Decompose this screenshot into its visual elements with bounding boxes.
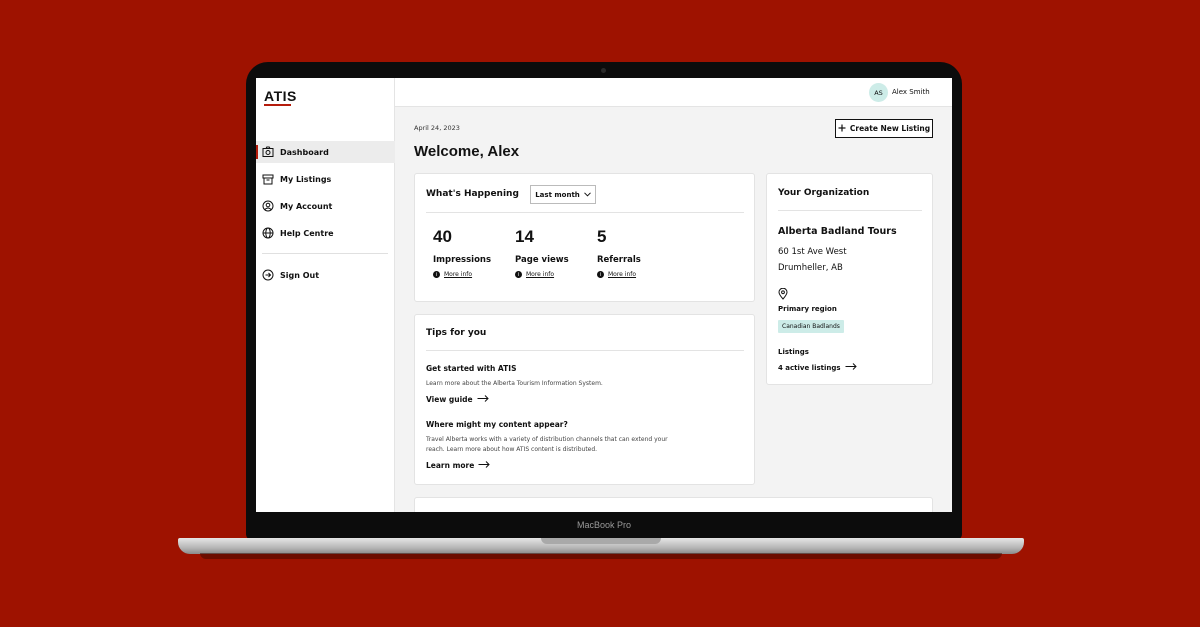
tip-body: Travel Alberta works with a variety of d…: [426, 436, 668, 453]
laptop-shadow: [200, 553, 1002, 559]
address-line-1: 60 1st Ave West: [778, 247, 847, 257]
page-title: Welcome, Alex: [414, 143, 520, 160]
card-title: What's Happening: [426, 189, 519, 199]
atis-logo[interactable]: ATIS: [264, 88, 297, 104]
user-name[interactable]: Alex Smith: [892, 88, 930, 96]
arrow-right-icon: [478, 461, 491, 470]
whats-happening-card: What's Happening Last month 40 Impressio…: [414, 173, 755, 302]
tip-link-label: Learn more: [426, 461, 475, 470]
laptop-notch: [541, 538, 661, 544]
stat-impressions: 40 Impressions i More info: [433, 228, 491, 278]
camera-dot: [601, 68, 606, 73]
card-divider: [778, 210, 922, 211]
tips-card: Tips for you Get started with ATIS Learn…: [414, 314, 755, 485]
sidebar-item-dashboard[interactable]: Dashboard: [256, 141, 395, 163]
sidebar-item-label: My Listings: [280, 174, 332, 184]
sidebar-divider: [262, 253, 388, 254]
device-label: MacBook Pro: [576, 520, 632, 530]
learn-more-link[interactable]: Learn more: [426, 461, 491, 470]
stat-value: 5: [597, 227, 607, 246]
info-icon: i: [433, 271, 440, 278]
sign-out-icon: [262, 269, 274, 281]
laptop-base: [178, 538, 1024, 554]
region-badge: Canadian Badlands: [778, 320, 844, 333]
card-title: Your Organization: [778, 188, 870, 198]
stat-value: 14: [515, 227, 534, 246]
listings-icon: [262, 173, 274, 185]
sidebar-item-label: Dashboard: [280, 147, 329, 157]
location-pin-icon: [778, 285, 788, 304]
create-button-label: Create New Listing: [849, 124, 931, 133]
more-info-link[interactable]: i More info: [597, 271, 641, 278]
tip-body: Learn more about the Alberta Tourism Inf…: [426, 380, 603, 387]
info-icon: i: [597, 271, 604, 278]
card-divider: [426, 350, 744, 351]
stat-value: 40: [433, 227, 452, 246]
active-listings-link[interactable]: 4 active listings: [778, 363, 857, 372]
stat-label: Impressions: [433, 255, 492, 265]
more-info-link[interactable]: i More info: [433, 271, 491, 278]
laptop-lid: ATIS Dashboard My Listings My Account He…: [246, 62, 962, 540]
sidebar-item-label: My Account: [280, 201, 333, 211]
sidebar-item-my-account[interactable]: My Account: [256, 195, 395, 217]
avatar[interactable]: AS: [869, 83, 888, 102]
stat-label: Referrals: [597, 255, 641, 265]
stat-label: Page views: [515, 255, 569, 265]
organization-name: Alberta Badland Tours: [778, 226, 897, 237]
current-date: April 24, 2023: [414, 124, 460, 132]
organization-card: Your Organization Alberta Badland Tours …: [766, 173, 933, 385]
account-icon: [262, 200, 274, 212]
tip-heading: Where might my content appear?: [426, 420, 568, 429]
more-info-link[interactable]: i More info: [515, 271, 569, 278]
info-icon: i: [515, 271, 522, 278]
active-listings-label: 4 active listings: [778, 363, 841, 372]
sign-out-button[interactable]: Sign Out: [256, 264, 395, 286]
period-dropdown[interactable]: Last month: [530, 185, 596, 204]
listings-label: Listings: [778, 348, 809, 356]
stat-page-views: 14 Page views i More info: [515, 228, 569, 278]
chevron-down-icon: [583, 191, 591, 199]
tip-link-label: View guide: [426, 395, 473, 404]
arrow-right-icon: [477, 395, 489, 404]
sidebar-item-my-listings[interactable]: My Listings: [256, 168, 395, 190]
additional-card: [414, 497, 933, 512]
address-line-2: Drumheller, AB: [778, 263, 843, 273]
logo-underline: [264, 104, 291, 106]
plus-icon: [838, 124, 846, 134]
sidebar: ATIS Dashboard My Listings My Account He…: [256, 78, 395, 512]
sidebar-item-help-centre[interactable]: Help Centre: [256, 222, 395, 244]
sign-out-label: Sign Out: [280, 270, 320, 280]
card-title: Tips for you: [426, 328, 487, 338]
more-info-label: More info: [608, 271, 637, 278]
more-info-label: More info: [526, 271, 555, 278]
main-content: April 24, 2023 Create New Listing Welcom…: [395, 107, 952, 512]
tip-heading: Get started with ATIS: [426, 364, 517, 373]
view-guide-link[interactable]: View guide: [426, 395, 489, 404]
more-info-label: More info: [444, 271, 473, 278]
top-bar: AS Alex Smith: [395, 78, 952, 107]
period-value: Last month: [535, 190, 580, 199]
card-divider: [426, 212, 744, 213]
app-screen: ATIS Dashboard My Listings My Account He…: [256, 78, 952, 512]
arrow-right-icon: [845, 363, 857, 372]
primary-region-label: Primary region: [778, 305, 837, 313]
globe-icon: [262, 227, 274, 239]
sidebar-item-label: Help Centre: [280, 228, 334, 238]
stat-referrals: 5 Referrals i More info: [597, 228, 641, 278]
dashboard-icon: [262, 146, 274, 158]
create-new-listing-button[interactable]: Create New Listing: [835, 119, 933, 138]
